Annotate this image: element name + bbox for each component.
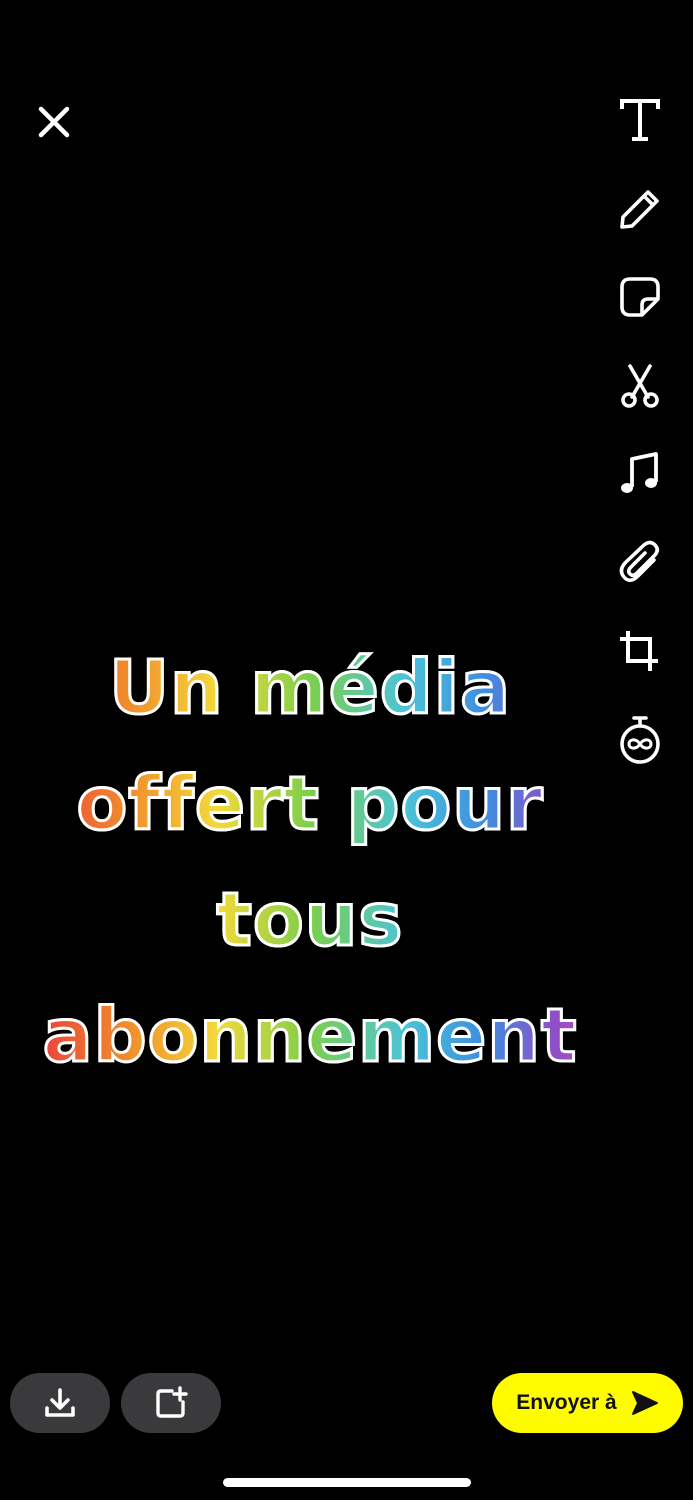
- text-tool-button[interactable]: [612, 92, 668, 148]
- editing-toolbar: [610, 92, 670, 800]
- caption-line-4: abonnement: [20, 978, 600, 1094]
- scissors-icon: [621, 363, 659, 408]
- text-icon: [620, 99, 660, 141]
- save-button[interactable]: [10, 1373, 110, 1433]
- timer-tool-button[interactable]: [612, 712, 668, 768]
- paperclip-icon: [619, 540, 660, 582]
- add-to-story-button[interactable]: [121, 1373, 221, 1433]
- send-button-label: Envoyer à: [516, 1391, 617, 1414]
- music-tool-button[interactable]: [612, 446, 668, 502]
- send-to-button[interactable]: Envoyer à: [492, 1373, 683, 1433]
- music-icon: [621, 452, 658, 493]
- close-button[interactable]: [30, 98, 78, 146]
- caption-line-2: offert pour: [20, 746, 600, 862]
- close-icon: [38, 106, 70, 138]
- crop-tool-button[interactable]: [612, 623, 668, 679]
- home-indicator: [223, 1478, 471, 1487]
- attach-tool-button[interactable]: [612, 535, 668, 591]
- sticker-tool-button[interactable]: [612, 269, 668, 325]
- send-arrow-icon: [631, 1391, 658, 1415]
- crop-icon: [620, 631, 658, 671]
- caption-text[interactable]: Un média offert pour tous abonnement: [20, 630, 600, 1094]
- sticker-icon: [620, 277, 660, 317]
- add-story-icon: [156, 1386, 188, 1418]
- caption-line-3: tous: [20, 862, 600, 978]
- pencil-icon: [620, 189, 659, 229]
- scissors-tool-button[interactable]: [612, 358, 668, 414]
- caption-line-1: Un média: [20, 630, 600, 746]
- draw-tool-button[interactable]: [612, 181, 668, 237]
- timer-icon: [620, 715, 660, 764]
- download-icon: [45, 1388, 75, 1417]
